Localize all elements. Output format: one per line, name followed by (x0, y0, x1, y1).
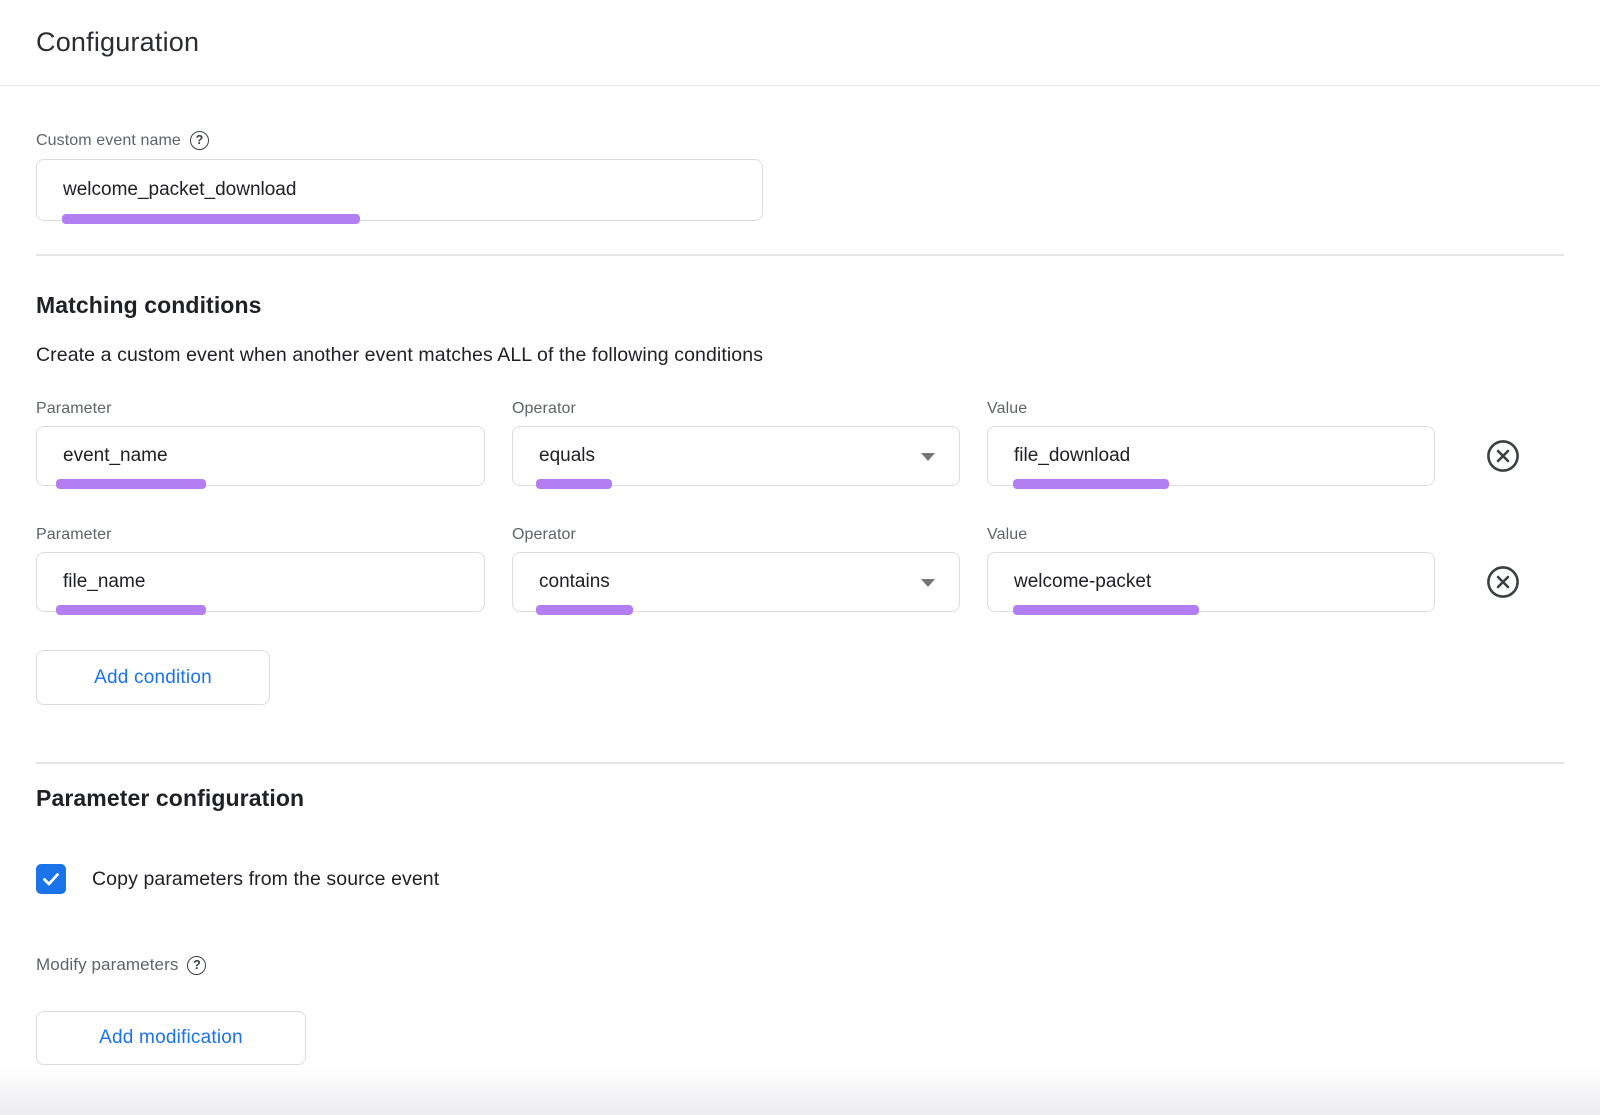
remove-circle-x-icon (1486, 439, 1520, 473)
remove-condition-button[interactable] (1486, 565, 1520, 599)
value-field: Value (987, 400, 1435, 486)
value-input[interactable] (987, 426, 1435, 486)
value-label: Value (987, 400, 1435, 418)
condition-row: Parameter Operator contains Value (36, 526, 1564, 612)
operator-label: Operator (512, 526, 960, 544)
matching-conditions-description: Create a custom event when another event… (36, 344, 1564, 367)
page-title: Configuration (36, 27, 199, 58)
parameter-field: Parameter (36, 526, 485, 612)
chevron-down-icon (921, 453, 935, 461)
section-divider (36, 762, 1564, 764)
configuration-panel: Custom event name ? Matching conditions … (0, 131, 1600, 1065)
purple-underline-highlight (56, 479, 206, 489)
add-condition-button[interactable]: Add condition (36, 650, 270, 705)
remove-circle-x-icon (1486, 565, 1520, 599)
operator-selected-value: equals (539, 445, 595, 467)
copy-parameters-row: Copy parameters from the source event (36, 864, 1564, 894)
parameter-field: Parameter (36, 400, 485, 486)
parameter-input[interactable] (36, 552, 485, 612)
parameter-input[interactable] (36, 426, 485, 486)
value-label: Value (987, 526, 1435, 544)
parameter-label: Parameter (36, 400, 485, 418)
remove-condition-cell (1486, 565, 1564, 599)
custom-event-name-input[interactable] (36, 159, 763, 221)
parameter-label: Parameter (36, 526, 485, 544)
operator-select[interactable]: equals (512, 426, 960, 486)
purple-underline-highlight (1013, 479, 1169, 489)
add-modification-button[interactable]: Add modification (36, 1011, 306, 1065)
purple-underline-highlight (1013, 605, 1199, 615)
purple-underline-highlight (62, 214, 360, 224)
operator-field: Operator equals (512, 400, 960, 486)
remove-condition-cell (1486, 439, 1564, 473)
operator-selected-value: contains (539, 571, 610, 593)
bottom-fade-gradient (0, 1067, 1600, 1115)
condition-row: Parameter Operator equals Value (36, 400, 1564, 486)
modify-parameters-row: Modify parameters ? (36, 955, 1564, 975)
help-icon[interactable]: ? (190, 131, 209, 150)
value-input[interactable] (987, 552, 1435, 612)
purple-underline-highlight (536, 479, 612, 489)
custom-event-name-label: Custom event name (36, 132, 181, 150)
section-divider (36, 254, 1564, 256)
remove-condition-button[interactable] (1486, 439, 1520, 473)
copy-parameters-checkbox[interactable] (36, 864, 66, 894)
purple-underline-highlight (536, 605, 633, 615)
matching-conditions-heading: Matching conditions (36, 292, 1564, 319)
value-field: Value (987, 526, 1435, 612)
checked-checkbox-icon (41, 869, 61, 889)
custom-event-name-section: Custom event name ? (36, 131, 1564, 221)
configuration-header: Configuration (0, 0, 1600, 86)
help-icon[interactable]: ? (187, 956, 206, 975)
modify-parameters-label: Modify parameters (36, 955, 178, 975)
parameter-configuration-heading: Parameter configuration (36, 785, 1564, 812)
chevron-down-icon (921, 579, 935, 587)
purple-underline-highlight (56, 605, 206, 615)
operator-select[interactable]: contains (512, 552, 960, 612)
copy-parameters-label: Copy parameters from the source event (92, 868, 439, 891)
operator-label: Operator (512, 400, 960, 418)
operator-field: Operator contains (512, 526, 960, 612)
